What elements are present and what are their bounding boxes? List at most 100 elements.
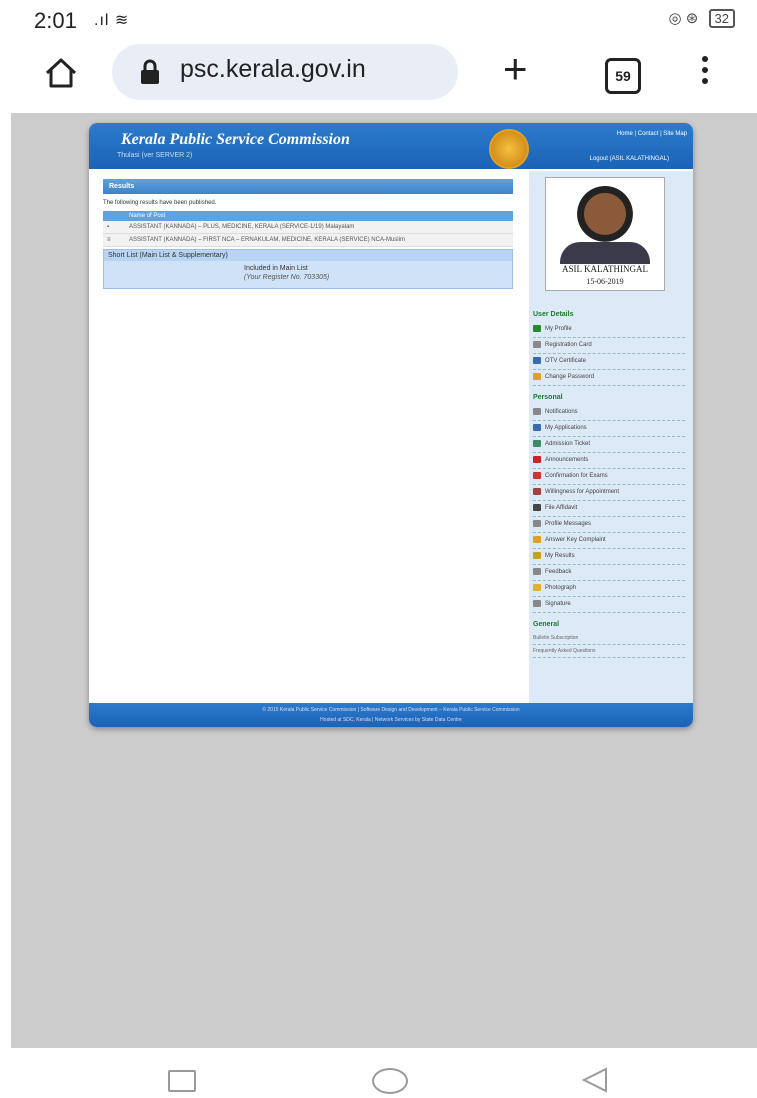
- menu-item-icon: [533, 408, 541, 415]
- sidebar-item-label[interactable]: Willingness for Appointment: [545, 489, 619, 495]
- site-header: Kerala Public Service Commission Thulasi…: [89, 123, 693, 169]
- sidebar-item-label[interactable]: My Applications: [545, 425, 587, 431]
- photo-face: [574, 186, 636, 248]
- page-viewport: Kerala Public Service Commission Thulasi…: [11, 113, 757, 1048]
- address-text[interactable]: psc.kerala.gov.in: [180, 55, 366, 84]
- menu-item-icon: [533, 600, 541, 607]
- sidebar-item[interactable]: My Applications: [533, 421, 685, 437]
- menu-item-icon: [533, 325, 541, 332]
- sidebar-item-label[interactable]: Change Password: [545, 374, 594, 380]
- shortlist-box: Short List (Main List & Supplementary) I…: [103, 249, 513, 289]
- sidebar-item[interactable]: Registration Card: [533, 338, 685, 354]
- table-row[interactable]: ▪ ASSISTANT (KANNADA) – PLUS, MEDICINE, …: [103, 221, 513, 234]
- menu-item-icon: [533, 520, 541, 527]
- menu-item-icon: [533, 584, 541, 591]
- photo-name: ASIL KALATHINGAL: [562, 264, 648, 274]
- sidebar-item[interactable]: Announcements: [533, 453, 685, 469]
- site-title: Kerala Public Service Commission: [121, 131, 350, 148]
- sidebar-item-label[interactable]: Signature: [545, 601, 571, 607]
- battery-icon: 32: [708, 9, 735, 28]
- sidebar-item[interactable]: Frequently Asked Questions: [533, 645, 685, 658]
- sidebar-item-label[interactable]: Registration Card: [545, 342, 592, 348]
- results-intro: The following results have been publishe…: [103, 200, 217, 206]
- menu-item-icon: [533, 456, 541, 463]
- sidebar-item-label[interactable]: Admission Ticket: [545, 441, 590, 447]
- sidebar-item-label[interactable]: OTV Certificate: [545, 358, 586, 364]
- recents-button[interactable]: [168, 1070, 196, 1092]
- logout-link[interactable]: Logout (ASIL KALATHINGAL): [590, 156, 669, 162]
- sidebar-item[interactable]: OTV Certificate: [533, 354, 685, 370]
- post-name[interactable]: ASSISTANT (KANNADA) – PLUS, MEDICINE, KE…: [125, 221, 513, 234]
- sidebar-item-label[interactable]: Confirmation for Exams: [545, 473, 608, 479]
- sidebar-item[interactable]: My Profile: [533, 322, 685, 338]
- menu-item-icon: [533, 488, 541, 495]
- new-tab-icon[interactable]: +: [503, 48, 528, 90]
- system-nav-bar: [0, 1048, 757, 1098]
- profile-photo: ASIL KALATHINGAL 15-06-2019: [545, 177, 665, 291]
- top-links[interactable]: Home | Contact | Site Map: [617, 131, 687, 137]
- column-header: Name of Post: [125, 211, 513, 221]
- table-row[interactable]: ≡ ASSISTANT (KANNADA) – FIRST NCA – ERNA…: [103, 233, 513, 247]
- menu-item-icon: [533, 552, 541, 559]
- sidebar-item[interactable]: Signature: [533, 597, 685, 613]
- sidebar-item-label[interactable]: My Results: [545, 553, 575, 559]
- status-icons: ◎ ⊛ 32: [669, 9, 735, 28]
- sidebar-item[interactable]: My Results: [533, 549, 685, 565]
- row-marker: ≡: [103, 233, 125, 247]
- signal-wifi-icon: .ıl ≋: [94, 12, 130, 29]
- menu-item-icon: [533, 472, 541, 479]
- menu-item-icon: [533, 568, 541, 575]
- sidebar-item-label[interactable]: My Profile: [545, 326, 572, 332]
- menu-item-icon: [533, 373, 541, 380]
- sidebar-item-label[interactable]: Answer Key Complaint: [545, 537, 606, 543]
- more-menu-icon[interactable]: [700, 56, 710, 89]
- sidebar-item[interactable]: Answer Key Complaint: [533, 533, 685, 549]
- status-bar: 2:01 .ıl ≋ ◎ ⊛ 32: [0, 0, 757, 36]
- post-name[interactable]: ASSISTANT (KANNADA) – FIRST NCA – ERNAKU…: [125, 233, 513, 247]
- sidebar-item[interactable]: Willingness for Appointment: [533, 485, 685, 501]
- sidebar-item-label[interactable]: Profile Messages: [545, 521, 591, 527]
- sidebar-item[interactable]: Change Password: [533, 370, 685, 386]
- sidebar-item[interactable]: Profile Messages: [533, 517, 685, 533]
- site-subtitle: Thulasi (ver SERVER 2): [117, 152, 193, 159]
- sidebar-item[interactable]: Bulletin Subscription: [533, 632, 685, 645]
- lock-icon[interactable]: [140, 58, 160, 86]
- menu-item-icon: [533, 424, 541, 431]
- menu-item-icon: [533, 440, 541, 447]
- register-number: (Your Register No. 703305): [244, 274, 330, 281]
- footer-line-2: Hosted at SDC, Kerala | Network Services…: [320, 717, 462, 723]
- section-general: General: [533, 621, 560, 628]
- row-marker: ▪: [103, 221, 125, 234]
- sidebar-item-label[interactable]: Announcements: [545, 457, 588, 463]
- sidebar-item[interactable]: Feedback: [533, 565, 685, 581]
- sidebar-item[interactable]: Admission Ticket: [533, 437, 685, 453]
- kerala-emblem-logo: [489, 129, 529, 169]
- sidebar-item[interactable]: File Affidavit: [533, 501, 685, 517]
- tab-switcher-button[interactable]: 59: [605, 58, 641, 94]
- menu-item-icon: [533, 536, 541, 543]
- home-icon[interactable]: [44, 56, 78, 90]
- sidebar-item-label[interactable]: Frequently Asked Questions: [533, 648, 596, 654]
- sidebar-item-label[interactable]: Photograph: [545, 585, 576, 591]
- back-button[interactable]: [580, 1066, 610, 1094]
- inclusion-status: Included in Main List: [244, 265, 308, 272]
- results-table: Name of Post ▪ ASSISTANT (KANNADA) – PLU…: [103, 211, 513, 247]
- menu-item-icon: [533, 504, 541, 511]
- section-personal: Personal: [533, 394, 563, 401]
- browser-toolbar: psc.kerala.gov.in + 59: [0, 36, 757, 112]
- sidebar-item-label[interactable]: File Affidavit: [545, 505, 577, 511]
- sidebar-item-label[interactable]: Notifications: [545, 409, 578, 415]
- sidebar-item[interactable]: Confirmation for Exams: [533, 469, 685, 485]
- shortlist-header: Short List (Main List & Supplementary): [104, 250, 512, 261]
- sidebar-item-label[interactable]: Bulletin Subscription: [533, 635, 578, 641]
- sidebar-item[interactable]: Notifications: [533, 405, 685, 421]
- psc-site: Kerala Public Service Commission Thulasi…: [89, 123, 693, 727]
- results-heading: Results: [103, 179, 513, 194]
- menu-item-icon: [533, 341, 541, 348]
- results-panel: Results The following results have been …: [103, 179, 513, 289]
- sidebar-item[interactable]: Photograph: [533, 581, 685, 597]
- sidebar-item-label[interactable]: Feedback: [545, 569, 571, 575]
- sidebar: ASIL KALATHINGAL 15-06-2019 User Details…: [529, 171, 693, 703]
- home-button[interactable]: [372, 1068, 408, 1094]
- footer-line-1: © 2015 Kerala Public Service Commission …: [262, 707, 520, 713]
